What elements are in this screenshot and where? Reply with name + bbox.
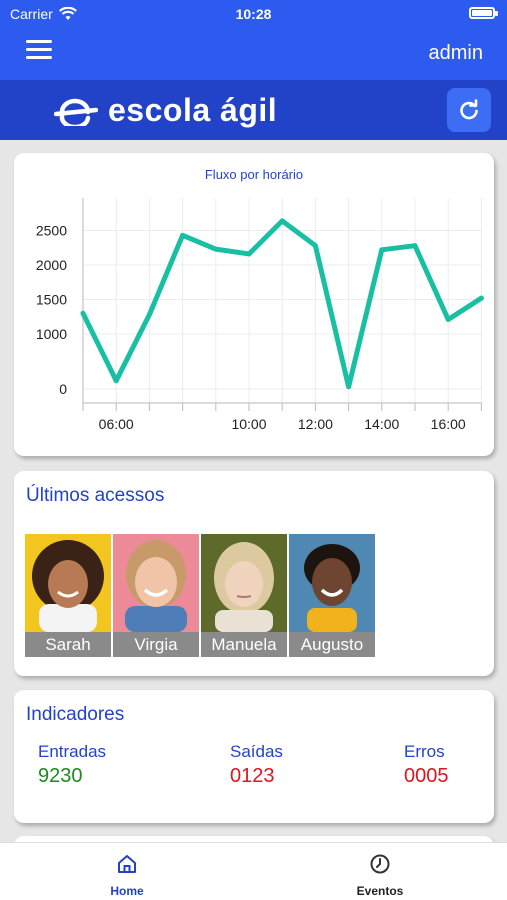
person-name: Virgia: [113, 632, 199, 657]
x-tick-label: 14:00: [364, 416, 399, 432]
tab-eventos[interactable]: Eventos: [320, 843, 440, 900]
person-name: Augusto: [289, 632, 375, 657]
data-point: [279, 218, 285, 224]
y-tick-label: 2000: [36, 257, 67, 273]
tab-label: Home: [110, 884, 144, 898]
indicator-value: 0123: [230, 765, 275, 787]
flow-chart-card: Fluxo por horário 0 1000 1500 2000 2500 06:00…: [14, 153, 494, 456]
indicator-value: 0005: [404, 765, 449, 787]
data-point: [412, 243, 418, 249]
data-point: [479, 295, 484, 301]
data-point: [445, 317, 451, 322]
menu-button[interactable]: [26, 40, 52, 60]
data-point: [147, 312, 152, 318]
battery-icon: [469, 7, 498, 19]
sarah-photo: [32, 540, 104, 632]
person-name: Manuela: [201, 632, 287, 657]
y-tick-label: 2500: [36, 223, 67, 239]
logo-icon: [54, 98, 98, 126]
y-tick-label: 1500: [36, 292, 67, 308]
flow-line-chart: 0 1000 1500 2000 2500 06:00 10:00 12:00 14:00 16:…: [36, 198, 484, 432]
person-card-virgia[interactable]: Virgia: [113, 534, 199, 657]
y-tick-label: 0: [59, 381, 67, 397]
data-point: [80, 310, 86, 316]
user-name[interactable]: admin: [429, 42, 483, 65]
top-bar: Carrier 10:28 admin: [0, 0, 507, 80]
status-time: 10:28: [235, 6, 272, 22]
indicator-erros: Erros 0005: [404, 742, 449, 788]
x-tick-label: 06:00: [99, 416, 134, 432]
home-icon: [118, 855, 136, 873]
manuela-photo: [214, 542, 274, 632]
recent-access-title: Últimos acessos: [26, 485, 165, 506]
person-card-sarah[interactable]: Sarah: [25, 534, 111, 657]
clock-icon: [370, 854, 390, 874]
data-point: [213, 246, 219, 252]
augusto-photo: [304, 544, 360, 632]
indicators-card: Indicadores Entradas 9230 Saídas 0123 Er…: [14, 690, 494, 823]
x-tick-label: 10:00: [231, 416, 266, 432]
indicator-label: Saídas: [230, 742, 283, 761]
indicator-value: 9230: [38, 765, 83, 787]
data-point: [313, 243, 318, 249]
tab-label: Eventos: [356, 884, 404, 898]
status-bar: Carrier 10:28: [0, 0, 507, 28]
virgia-photo: [125, 540, 187, 632]
x-tick-label: 12:00: [298, 416, 333, 432]
refresh-button[interactable]: [447, 88, 491, 132]
refresh-icon: [460, 99, 478, 120]
x-tick-label: 16:00: [431, 416, 466, 432]
brand-bar: escola ágil: [0, 80, 507, 140]
person-name: Sarah: [25, 632, 111, 657]
indicator-entradas: Entradas 9230: [38, 742, 106, 788]
data-point: [180, 232, 186, 238]
person-card-manuela[interactable]: Manuela: [201, 534, 287, 657]
data-point: [346, 384, 351, 390]
person-card-augusto[interactable]: Augusto: [289, 534, 375, 657]
recent-access-card: Últimos acessos Sarah Virgia Manuela Aug…: [14, 471, 494, 676]
data-point: [379, 247, 385, 253]
brand-name: escola ágil: [108, 92, 278, 128]
tab-home[interactable]: Home: [67, 843, 187, 900]
bottom-tab-bar: Home Eventos: [0, 842, 507, 900]
data-point: [246, 251, 252, 257]
y-tick-label: 1000: [36, 326, 67, 342]
indicator-saidas: Saídas 0123: [230, 742, 283, 788]
data-point: [113, 378, 119, 384]
recent-access-list: Sarah Virgia Manuela Augusto: [25, 534, 375, 657]
indicators-title: Indicadores: [26, 704, 125, 725]
indicator-label: Erros: [404, 742, 445, 761]
indicator-label: Entradas: [38, 742, 107, 761]
